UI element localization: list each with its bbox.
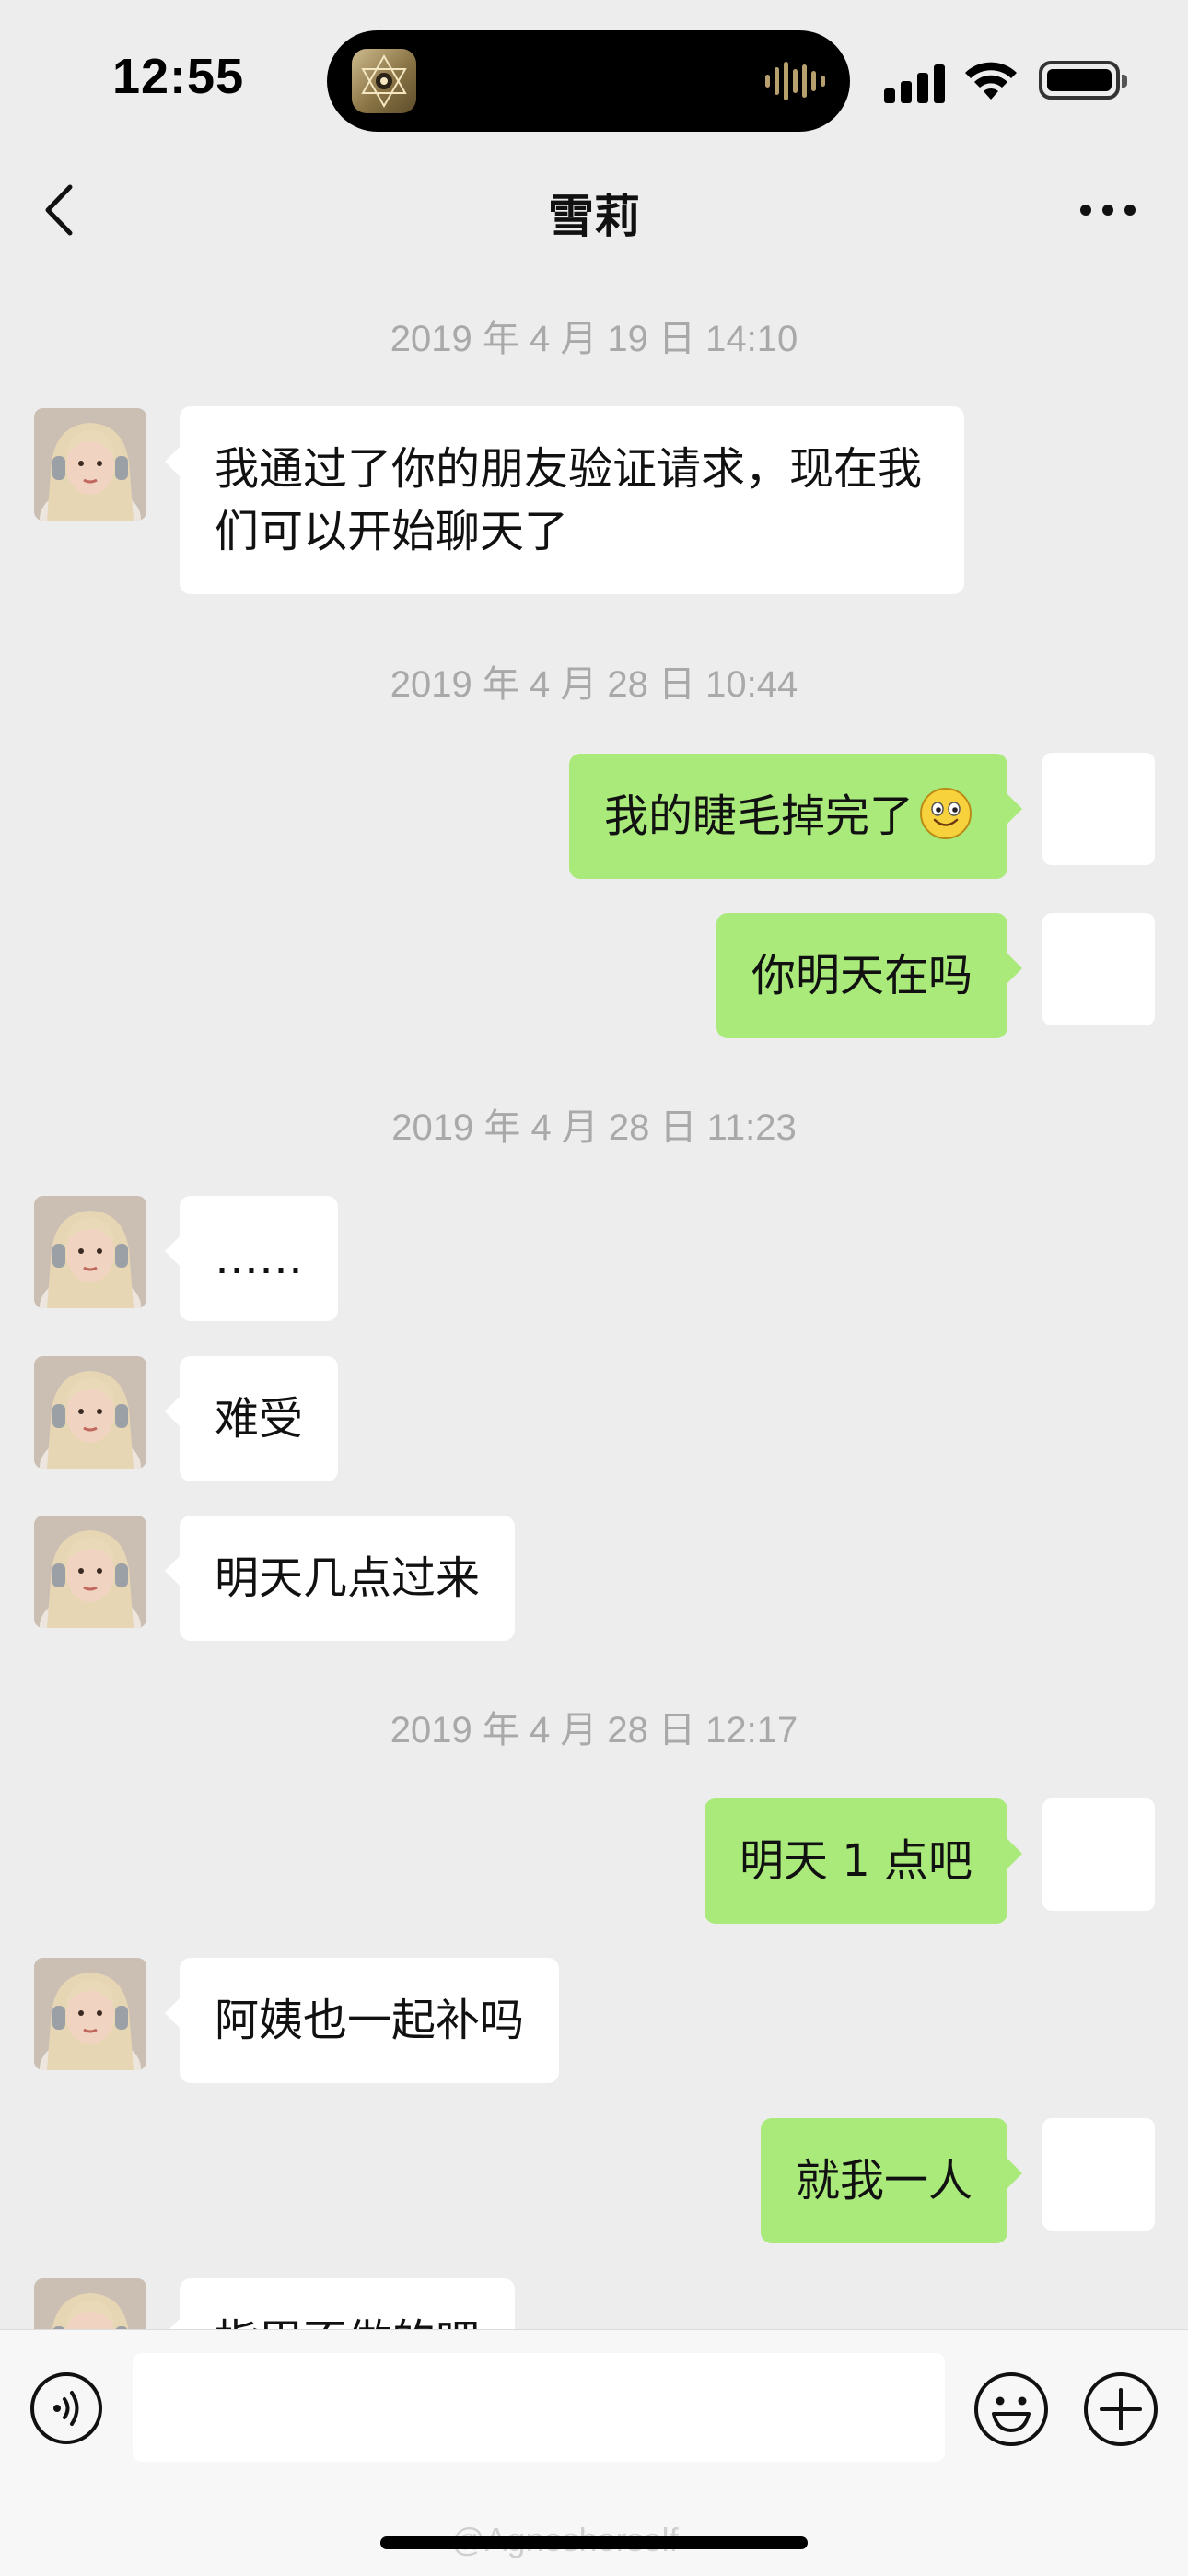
message-input[interactable] <box>133 2353 945 2462</box>
voice-input-icon[interactable] <box>29 2371 103 2445</box>
my-avatar[interactable] <box>1042 913 1155 1025</box>
contact-avatar[interactable] <box>34 408 146 521</box>
incoming-message[interactable]: 难受 <box>164 1356 339 1481</box>
smile-emoji-icon <box>920 788 972 839</box>
message-timestamp: 2019 年 4 月 19 日 14:10 <box>390 319 798 359</box>
message-timestamp: 2019 年 4 月 28 日 11:23 <box>391 1107 797 1148</box>
incoming-message[interactable]: 明天几点过来 <box>164 1516 516 1641</box>
status-time: 12:55 <box>112 49 245 104</box>
contact-avatar[interactable] <box>34 1958 146 2070</box>
message-timestamp: 2019 年 4 月 28 日 12:17 <box>390 1710 798 1751</box>
dynamic-island[interactable] <box>327 30 850 132</box>
incoming-message[interactable]: 我通过了你的朋友验证请求，现在我们可以开始聊天了 <box>165 406 964 594</box>
chat-message-list[interactable]: 2019 年 4 月 19 日 14:10 我通过了你的朋友验证请求，现在我们可… <box>0 272 1188 2329</box>
incoming-message[interactable]: 阿姨也一起补吗 <box>164 1958 560 2083</box>
outgoing-message[interactable]: 你明天在吗 <box>716 913 1023 1038</box>
home-indicator[interactable] <box>380 2536 808 2549</box>
my-avatar[interactable] <box>1042 1798 1155 1911</box>
contact-avatar[interactable] <box>34 1196 146 1308</box>
my-avatar[interactable] <box>1042 753 1155 865</box>
wifi-icon <box>965 62 1017 100</box>
contact-avatar[interactable] <box>34 1356 146 1469</box>
nav-bar: 雪莉 <box>0 152 1188 272</box>
my-avatar[interactable] <box>1042 2118 1155 2231</box>
audio-wave-icon <box>765 62 825 100</box>
incoming-message[interactable]: …… <box>165 1196 338 1321</box>
battery-icon <box>1039 61 1127 100</box>
outgoing-message[interactable]: 就我一人 <box>760 2118 1023 2243</box>
message-timestamp: 2019 年 4 月 28 日 10:44 <box>390 664 798 705</box>
emoji-icon[interactable] <box>973 2371 1049 2447</box>
contact-avatar[interactable] <box>34 1516 146 1628</box>
status-bar: 12:55 <box>0 0 1188 152</box>
incoming-message[interactable]: 指甲不做的吧 <box>164 2278 516 2329</box>
outgoing-message[interactable]: 明天 1 点吧 <box>704 1798 1023 1924</box>
cellular-signal-icon <box>884 64 945 103</box>
outgoing-message[interactable]: 我的睫毛掉完了 <box>568 754 1023 879</box>
chat-title: 雪莉 <box>548 190 640 243</box>
add-attachment-icon[interactable] <box>1083 2371 1159 2447</box>
contact-avatar[interactable] <box>34 2278 146 2329</box>
app-icon[interactable] <box>352 49 416 113</box>
message-text: 我的睫毛掉完了 <box>603 790 914 842</box>
more-options-icon[interactable] <box>1076 187 1140 233</box>
